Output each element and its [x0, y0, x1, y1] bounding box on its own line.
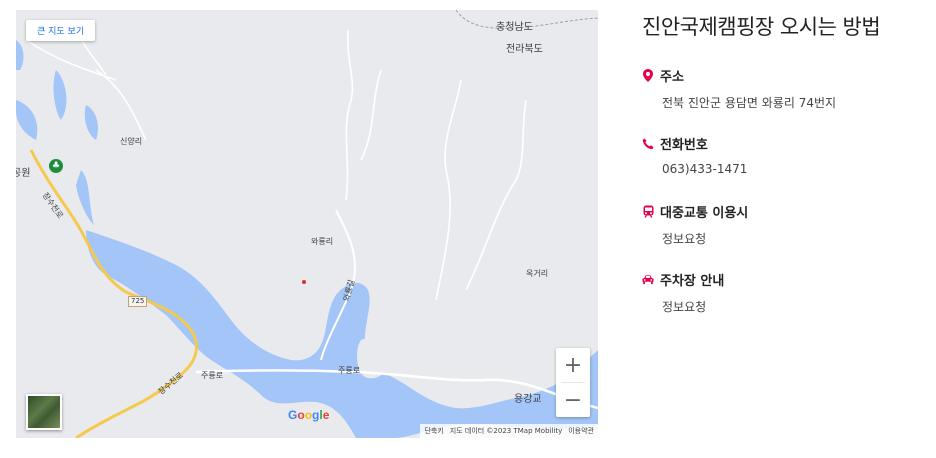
satellite-toggle[interactable]: [26, 394, 62, 430]
label-chungnam: 충청남도: [496, 22, 533, 33]
park-icon: ♣: [49, 159, 63, 173]
car-icon: [642, 273, 654, 287]
directions-panel: 진안국제캠핑장 오시는 방법 주소 전북 진안군 용담면 와룡리 74번지 전화…: [642, 10, 932, 314]
label-juyong-road-1: 주룡로: [201, 371, 224, 380]
transit-value: 정보요청: [662, 232, 707, 246]
lake: [86, 230, 598, 438]
map-data-text: 지도 데이터 ©2023 TMap Mobility: [449, 427, 563, 435]
zoom-controls: + −: [556, 348, 590, 417]
google-logo: Google: [288, 408, 330, 422]
phone-section: 전화번호 063)433-1471: [642, 134, 747, 176]
phone-value: 063)433-1471: [662, 162, 748, 176]
shortcuts-link[interactable]: 단축키: [424, 426, 443, 436]
label-jeonbuk: 전라북도: [506, 44, 543, 55]
route-725-shield: 725: [128, 296, 148, 307]
transit-section: 대중교통 이용시 정보요청: [642, 202, 748, 247]
phone-icon: [642, 137, 654, 151]
location-pin-icon: [642, 69, 654, 83]
map-attribution: 단축키 지도 데이터 ©2023 TMap Mobility 이용약관: [420, 424, 598, 438]
address-label: 주소: [660, 70, 684, 85]
address-value: 전북 진안군 용담면 와룡리 74번지: [662, 96, 837, 110]
label-sinyang: 신양리: [120, 137, 143, 146]
location-marker-icon: [302, 280, 306, 284]
zoom-in-button[interactable]: +: [556, 348, 590, 382]
address-section: 주소 전북 진안군 용담면 와룡리 74번지: [642, 66, 836, 111]
page-title: 진안국제캠핑장 오시는 방법: [642, 15, 881, 39]
zoom-out-button[interactable]: −: [556, 383, 590, 417]
label-waryong: 와룡리: [311, 237, 334, 246]
label-park: 공원: [16, 168, 31, 179]
map-container[interactable]: 큰 지도 보기 충청남도 전라북도 신양리 와룡리 옥거리 ♣ 공원 장수천로 …: [16, 10, 598, 438]
transit-label: 대중교통 이용시: [660, 206, 749, 221]
map-canvas[interactable]: [16, 10, 598, 438]
big-map-button[interactable]: 큰 지도 보기: [26, 20, 96, 41]
parking-value: 정보요청: [662, 300, 707, 314]
terms-link[interactable]: 이용약관: [568, 426, 594, 436]
parking-label: 주차장 안내: [660, 274, 725, 289]
label-yonggang: 용강교: [514, 394, 542, 405]
parking-section: 주차장 안내 정보요청: [642, 270, 724, 315]
phone-label: 전화번호: [660, 138, 708, 153]
label-okgeo: 옥거리: [526, 269, 549, 278]
label-juyong-road-2: 주룡로: [338, 366, 361, 375]
subway-icon: [642, 205, 654, 219]
